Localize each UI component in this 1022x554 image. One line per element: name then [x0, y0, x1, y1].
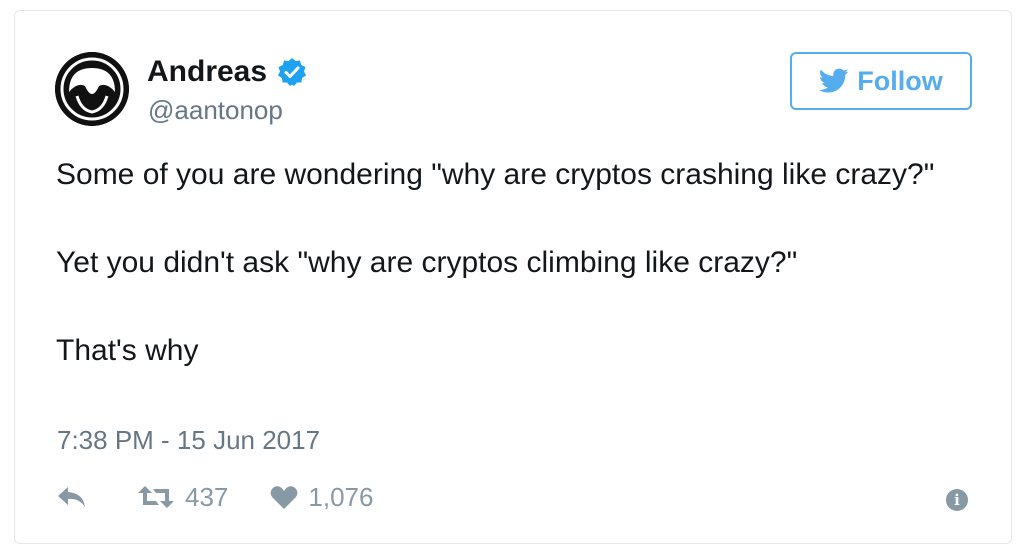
- info-icon[interactable]: i: [946, 489, 968, 511]
- tweet-paragraph: That's why: [56, 334, 199, 367]
- user-handle[interactable]: @aantonop: [148, 95, 283, 125]
- retweet-button[interactable]: 437: [137, 482, 228, 513]
- retweet-icon: [138, 486, 174, 508]
- tweet-actions: 437 1,076: [57, 481, 373, 513]
- tweet-paragraph: Some of you are wondering "why are crypt…: [56, 158, 935, 191]
- follow-button[interactable]: Follow: [790, 52, 972, 110]
- avatar[interactable]: [55, 52, 129, 126]
- follow-label: Follow: [857, 65, 943, 96]
- reply-icon: [58, 487, 85, 507]
- like-button[interactable]: 1,076: [270, 482, 373, 513]
- retweet-count: 437: [185, 481, 229, 512]
- display-name[interactable]: Andreas: [147, 55, 267, 89]
- verified-badge-icon: [277, 57, 307, 87]
- avatar-image: [55, 52, 129, 126]
- like-count: 1,076: [308, 481, 374, 512]
- twitter-bird-icon: [819, 68, 849, 93]
- heart-icon: [271, 485, 298, 509]
- tweet-timestamp[interactable]: 7:38 PM - 15 Jun 2017: [57, 425, 320, 455]
- tweet-card: Andreas @aantonop Follow Some of you are…: [14, 10, 1012, 544]
- reply-button[interactable]: [57, 485, 87, 509]
- tweet-text: Some of you are wondering "why are crypt…: [56, 153, 956, 372]
- name-row: Andreas: [147, 55, 307, 89]
- tweet-paragraph: Yet you didn't ask "why are cryptos clim…: [56, 246, 798, 279]
